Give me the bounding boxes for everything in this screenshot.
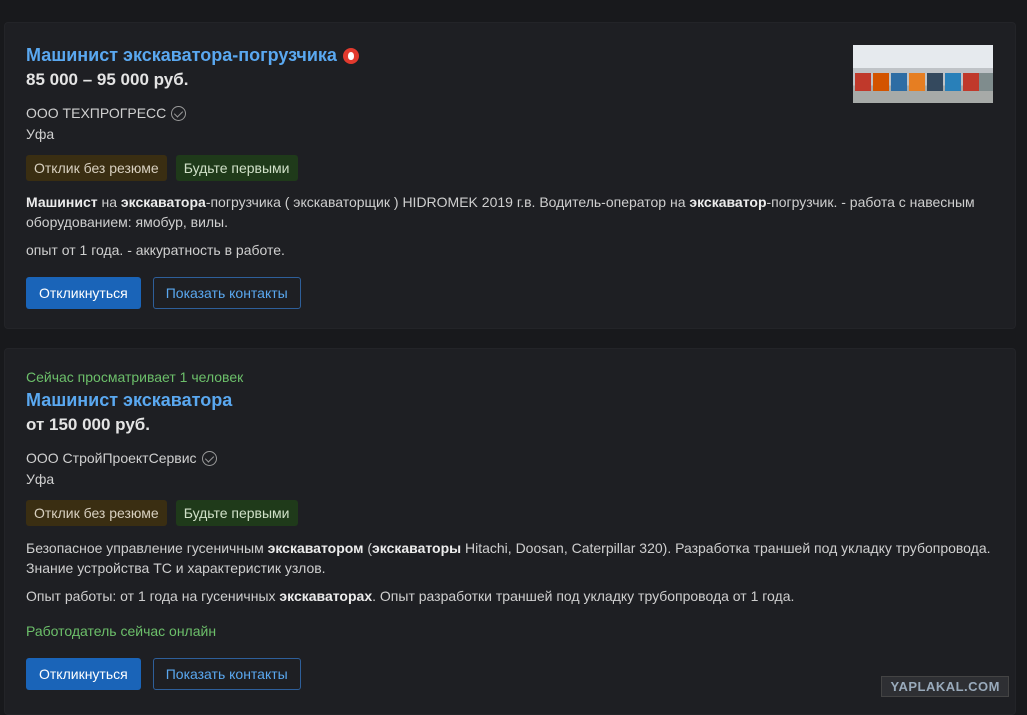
viewing-now-text: Сейчас просматривает 1 человек: [26, 369, 244, 385]
desc-text: на: [97, 194, 121, 210]
apply-button[interactable]: Откликнуться: [26, 658, 141, 690]
desc-text: . Опыт разработки траншей под укладку тр…: [372, 588, 795, 604]
desc-text: Безопасное управление гусеничным: [26, 540, 268, 556]
vacancy-requirements: Опыт работы: от 1 года на гусеничных экс…: [26, 586, 995, 606]
company-row: ООО ТЕХПРОГРЕСС: [26, 105, 187, 121]
vacancy-city: Уфа: [26, 126, 55, 142]
truck-shape: [909, 73, 925, 91]
card-actions: Откликнуться Показать контакты: [26, 277, 301, 309]
desc-highlight: экскаватора: [120, 194, 206, 210]
badge-be-first: Будьте первыми: [175, 500, 298, 526]
truck-shape: [855, 73, 871, 91]
company-name-link[interactable]: ООО СтройПроектСервис: [26, 450, 197, 466]
desc-text: Опыт работы: от 1 года на гусеничных: [26, 588, 280, 604]
vacancy-title-row: Машинист экскаватора-погрузчика: [26, 45, 359, 66]
show-contacts-button[interactable]: Показать контакты: [152, 658, 301, 690]
employer-online-status: Работодатель сейчас онлайн: [26, 623, 217, 639]
vacancy-title-link[interactable]: Машинист экскаватора: [26, 390, 232, 411]
site-watermark: YAPLAKAL.COM: [881, 676, 1009, 697]
vacancy-salary: 85 000 – 95 000 руб.: [26, 70, 189, 89]
desc-text: (: [363, 540, 373, 556]
fire-icon: [342, 47, 359, 64]
vacancy-title-link[interactable]: Машинист экскаватора-погрузчика: [26, 45, 337, 66]
vacancy-city: Уфа: [26, 471, 55, 487]
desc-highlight: экскаватор: [689, 194, 767, 210]
apply-button[interactable]: Откликнуться: [26, 277, 141, 309]
vacancy-description: Машинист на экскаватора-погрузчика ( экс…: [26, 192, 995, 232]
company-photo-thumbnail[interactable]: [853, 45, 993, 103]
card-actions: Откликнуться Показать контакты: [26, 658, 301, 690]
truck-shape: [945, 73, 961, 91]
truck-shape: [891, 73, 907, 91]
vacancy-title-row: Машинист экскаватора: [26, 390, 232, 411]
truck-shape: [927, 73, 943, 91]
desc-text: -погрузчика ( экскаваторщик ) HIDROMEK 2…: [205, 194, 690, 210]
truck-shape: [963, 73, 979, 91]
company-name-link[interactable]: ООО ТЕХПРОГРЕСС: [26, 105, 166, 121]
verified-check-icon: [201, 450, 217, 466]
vacancy-requirements: опыт от 1 года. - аккуратность в работе.: [26, 242, 285, 258]
badge-no-resume: Отклик без резюме: [26, 155, 167, 181]
badge-no-resume: Отклик без резюме: [26, 500, 167, 526]
verified-check-icon: [171, 105, 187, 121]
badges: Отклик без резюме Будьте первыми: [26, 155, 298, 181]
desc-highlight: Машинист: [26, 194, 98, 210]
desc-highlight: экскаватором: [267, 540, 364, 556]
desc-highlight: экскаваторах: [279, 588, 373, 604]
truck-shape: [873, 73, 889, 91]
desc-highlight: экскаваторы: [372, 540, 462, 556]
company-row: ООО СтройПроектСервис: [26, 450, 217, 466]
truck-shape: [979, 73, 993, 91]
vacancy-salary: от 150 000 руб.: [26, 415, 151, 434]
vacancy-card: Машинист экскаватора-погрузчика 85 000 –…: [4, 22, 1016, 329]
badges: Отклик без резюме Будьте первыми: [26, 500, 298, 526]
badge-be-first: Будьте первыми: [175, 155, 298, 181]
vacancy-card: Сейчас просматривает 1 человек Машинист …: [4, 348, 1016, 715]
vacancy-description: Безопасное управление гусеничным экскава…: [26, 538, 995, 578]
show-contacts-button[interactable]: Показать контакты: [152, 277, 301, 309]
